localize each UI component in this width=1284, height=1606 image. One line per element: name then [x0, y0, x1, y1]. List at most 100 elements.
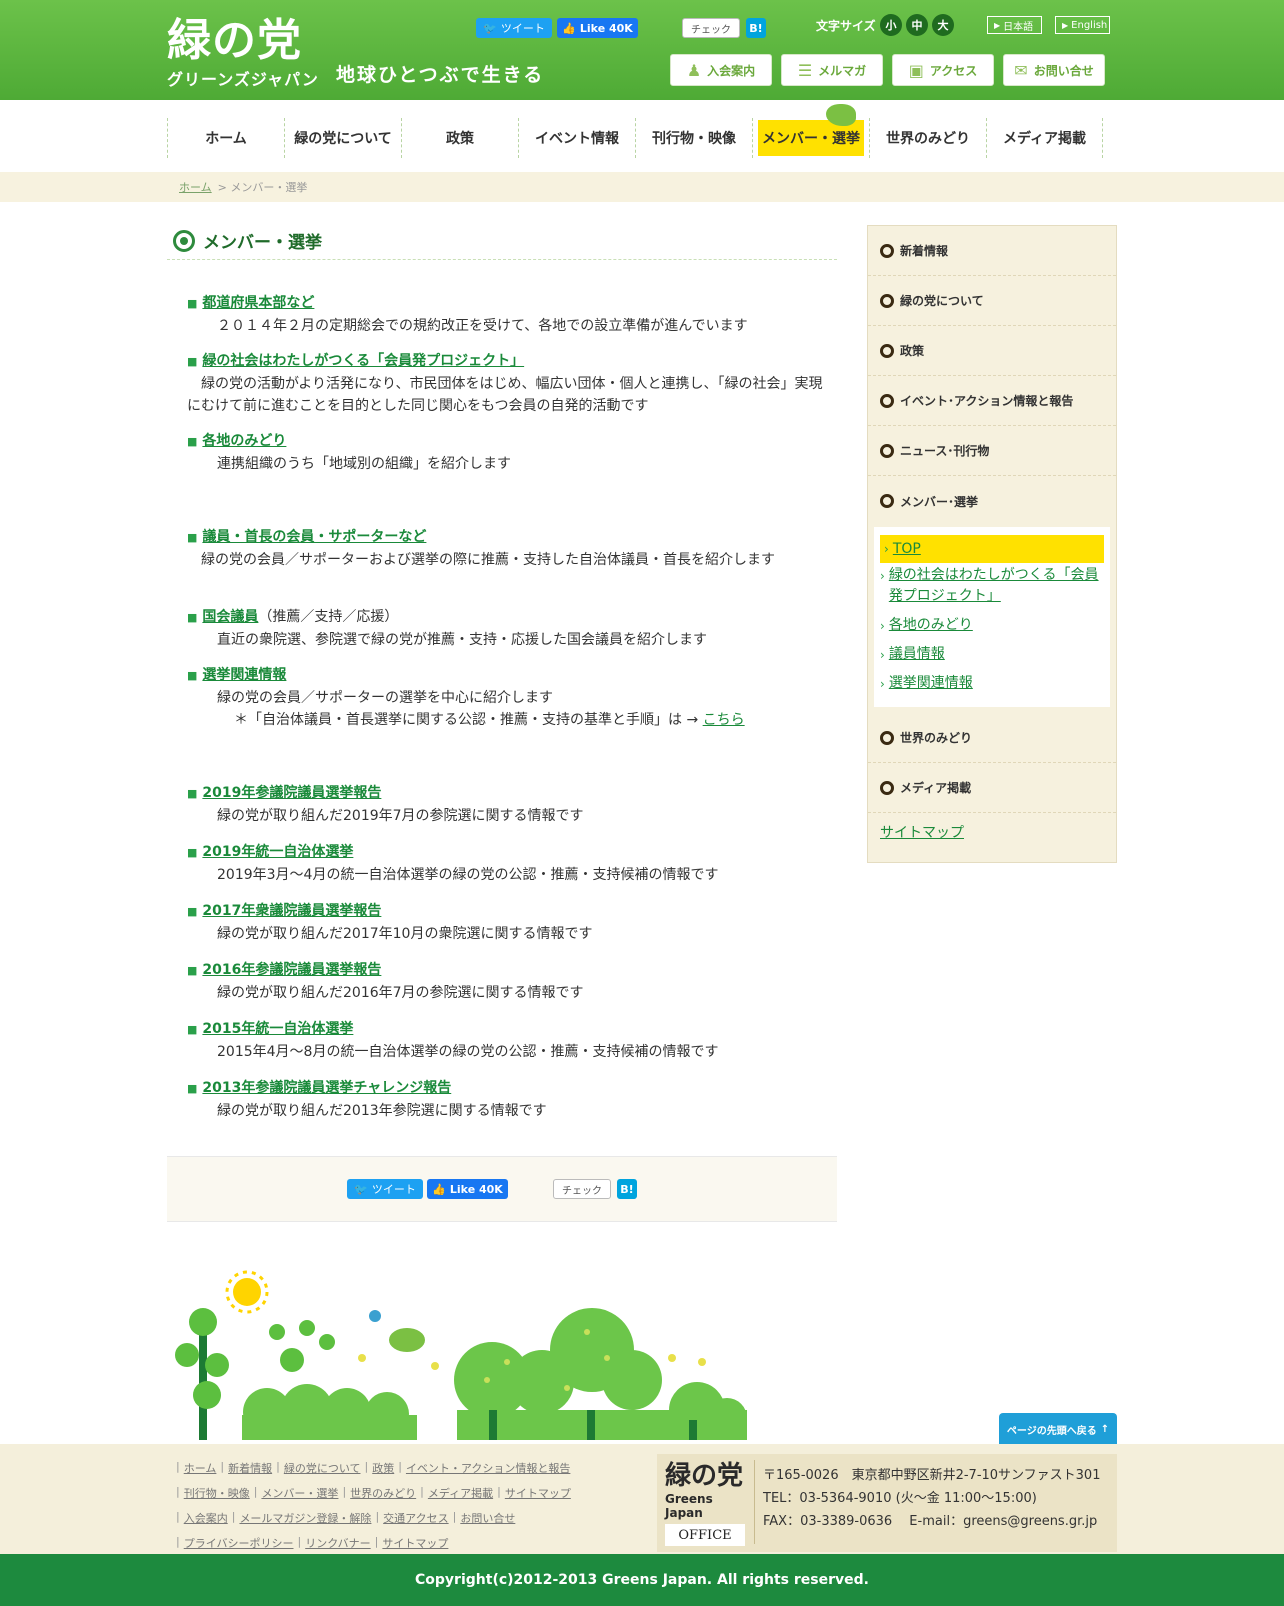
footer-link[interactable]: 世界のみどり [350, 1485, 416, 1501]
list-item: ■ 2016年参議院議員選挙報告 緑の党が取り組んだ2016年7月の参院選に関する… [187, 959, 827, 1004]
footer-link[interactable]: 交通アクセス [383, 1510, 448, 1526]
tree-group-right [454, 1308, 747, 1440]
square-bullet-icon: ■ [187, 964, 198, 977]
sidebar: 新着情報 緑の党について 政策 イベント･アクション情報と報告 ニュース･刊行物… [867, 225, 1117, 863]
standards-link[interactable]: こちら [703, 712, 745, 728]
nav-events[interactable]: イベント情報 [518, 118, 635, 158]
fontsize-label: 文字サイズ [816, 19, 876, 33]
square-bullet-icon: ■ [187, 1082, 198, 1095]
tweet-button[interactable]: 🐦 ツイート [476, 18, 552, 38]
facebook-like-button[interactable]: 👍 Like 40K [557, 18, 638, 38]
entry-link[interactable]: 2017年衆議院議員選挙報告 [202, 900, 381, 922]
sidebar-item-policy[interactable]: 政策 [868, 326, 1116, 376]
sidebar-item-world[interactable]: 世界のみどり [868, 713, 1116, 763]
hatena-bookmark-button[interactable]: B! [617, 1179, 637, 1199]
page-top-button[interactable]: ページの先頭へ戻る ↑ [999, 1413, 1117, 1445]
footer-link[interactable]: お問い合せ [460, 1510, 515, 1526]
site-logo[interactable]: 緑の党 [167, 16, 302, 66]
entry-description: 直近の衆院選、参院選で緑の党が推薦・支持・応援した国会議員を紹介します [217, 632, 707, 648]
entry-link[interactable]: 2019年参議院議員選挙報告 [202, 782, 381, 804]
sidebar-item-events[interactable]: イベント･アクション情報と報告 [868, 376, 1116, 426]
nav-home[interactable]: ホーム [167, 118, 284, 158]
entry-description: 緑の党が取り組んだ2013年参院選に関する情報です [217, 1103, 547, 1119]
entry-link[interactable]: 2013年参議院議員選挙チャレンジ報告 [202, 1077, 451, 1099]
list-item: ■ 選挙関連情報 緑の党の会員／サポーターの選挙を中心に紹介します ＊「自治体議員… [187, 664, 827, 731]
footer-link[interactable]: ホーム [184, 1460, 217, 1476]
office-info-box: 緑の党 Greens Japan OFFICE 〒165-0026 東京都中野区… [657, 1454, 1117, 1552]
ring-icon [880, 293, 894, 308]
sidebar-item-members[interactable]: メンバー･選挙 [868, 476, 1116, 526]
entry-link[interactable]: 2015年統一自治体選挙 [202, 1018, 353, 1040]
subnav-item-regional[interactable]: › 各地のみどり [880, 615, 1104, 637]
footer-links-row: | 刊行物・映像 | メンバー・選挙 | 世界のみどり | メディア掲載 | サイトマップ [176, 1485, 571, 1501]
footer-link[interactable]: 新着情報 [228, 1460, 272, 1476]
mixi-check-button[interactable]: チェック [682, 18, 740, 38]
lang-english-link[interactable]: ▶ English [1055, 16, 1110, 34]
copyright: Copyright(c)2012-2013 Greens Japan. All … [0, 1554, 1284, 1606]
join-button[interactable]: ♟ 入会案内 [670, 54, 772, 86]
square-bullet-icon: ■ [187, 905, 198, 918]
footer-link[interactable]: サイトマップ [382, 1535, 448, 1551]
twitter-icon: 🐦 [483, 21, 497, 35]
nav-policy[interactable]: 政策 [401, 118, 518, 158]
footer-link[interactable]: プライバシーポリシー [184, 1535, 294, 1551]
subnav-item-elections[interactable]: › 選挙関連情報 [880, 673, 1104, 695]
facebook-like-button[interactable]: 👍 Like 40K [427, 1179, 508, 1199]
nav-world[interactable]: 世界のみどり [869, 118, 986, 158]
sidebar-item-news[interactable]: 新着情報 [868, 226, 1116, 276]
footer-link[interactable]: 入会案内 [184, 1510, 228, 1526]
sidebar-sitemap-link[interactable]: サイトマップ [880, 822, 964, 842]
subnav-item-project[interactable]: › 緑の社会はわたしがつくる「会員発プロジェクト」 [880, 565, 1104, 607]
fontsize-small-button[interactable]: 小 [880, 14, 902, 36]
twitter-icon: 🐦 [354, 1182, 368, 1196]
arrow-up-icon: ↑ [1100, 1423, 1110, 1435]
list-item: ■ 都道府県本部など ２０１４年２月の定期総会での規約改正を受けて、各地での設立準… [187, 292, 827, 337]
fontsize-medium-button[interactable]: 中 [906, 14, 928, 36]
site-header: 緑の党 グリーンズジャパン 地球ひとつぶで生きる 🐦 ツイート 👍 Like 40K… [0, 0, 1284, 100]
lang-japanese-link[interactable]: ▶ 日本語 [987, 16, 1042, 34]
footer-link[interactable]: 刊行物・映像 [184, 1485, 250, 1501]
thumbs-up-icon: 👍 [432, 1182, 446, 1196]
footer-link[interactable]: サイトマップ [505, 1485, 571, 1501]
footer-link[interactable]: メンバー・選挙 [261, 1485, 338, 1501]
entry-link[interactable]: 議員・首長の会員・サポーターなど [202, 526, 426, 548]
footer-link[interactable]: メールマガジン登録・解除 [239, 1510, 371, 1526]
nav-media[interactable]: メディア掲載 [986, 118, 1103, 158]
entry-link[interactable]: 選挙関連情報 [202, 664, 286, 686]
footer-link[interactable]: 緑の党について [284, 1460, 361, 1476]
footer-link[interactable]: メディア掲載 [428, 1485, 493, 1501]
footer-links-row: | 入会案内 | メールマガジン登録・解除 | 交通アクセス | お問い合せ [176, 1510, 516, 1526]
entry-link[interactable]: 緑の社会はわたしがつくる「会員発プロジェクト」 [202, 350, 524, 372]
subnav-item-councilors[interactable]: › 議員情報 [880, 644, 1104, 666]
footer-link[interactable]: リンクバナー [305, 1535, 370, 1551]
access-button[interactable]: ▣ アクセス [892, 54, 994, 86]
entry-link[interactable]: 2016年参議院議員選挙報告 [202, 959, 381, 981]
chevron-right-icon: › [880, 619, 885, 633]
hatena-bookmark-button[interactable]: B! [746, 18, 766, 38]
entry-description: 2015年4月～8月の統一自治体選挙の緑の党の公認・推薦・支持候補の情報です [217, 1044, 719, 1060]
sidebar-subnav: › TOP › 緑の社会はわたしがつくる「会員発プロジェクト」 › 各地のみどり › 議… [874, 527, 1110, 707]
breadcrumb-home-link[interactable]: ホーム [179, 179, 212, 195]
entry-link[interactable]: 2019年統一自治体選挙 [202, 841, 353, 863]
sidebar-item-publications[interactable]: ニュース･刊行物 [868, 426, 1116, 476]
nav-about[interactable]: 緑の党について [284, 118, 401, 158]
square-bullet-icon: ■ [187, 669, 198, 682]
entry-link[interactable]: 都道府県本部など [202, 292, 314, 314]
target-circle-icon [173, 229, 195, 252]
tweet-button[interactable]: 🐦 ツイート [347, 1179, 423, 1199]
footer-link[interactable]: 政策 [372, 1460, 394, 1476]
newsletter-button[interactable]: ☰ メルマガ [781, 54, 883, 86]
entry-link[interactable]: 国会議員 [202, 606, 258, 628]
contact-button[interactable]: ✉ お問い合せ [1003, 54, 1105, 86]
subnav-item-top[interactable]: › TOP [880, 535, 1104, 563]
breadcrumb: ホーム > メンバー・選挙 [0, 172, 1284, 202]
footer-link[interactable]: イベント・アクション情報と報告 [406, 1460, 570, 1476]
mixi-check-button[interactable]: チェック [553, 1179, 611, 1199]
fontsize-large-button[interactable]: 大 [932, 14, 954, 36]
entry-description: 連携組織のうち「地域別の組織」を紹介します [217, 456, 511, 472]
sidebar-item-media[interactable]: メディア掲載 [868, 763, 1116, 813]
entry-link[interactable]: 各地のみどり [202, 430, 286, 452]
nav-publications[interactable]: 刊行物・映像 [635, 118, 752, 158]
list-item: ■ 2019年参議院議員選挙報告 緑の党が取り組んだ2019年7月の参院選に関する… [187, 782, 827, 827]
sidebar-item-about[interactable]: 緑の党について [868, 276, 1116, 326]
